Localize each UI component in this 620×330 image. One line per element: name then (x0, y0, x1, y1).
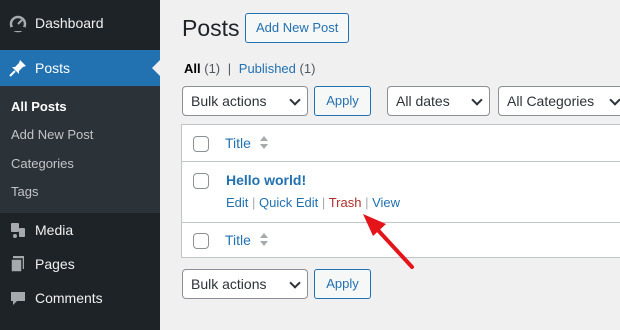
filter-published[interactable]: Published (239, 61, 296, 76)
add-new-post-button[interactable]: Add New Post (245, 13, 350, 43)
categories-filter-select[interactable]: All Categories (498, 86, 620, 116)
main-content: Posts Add New Post All (1) | Published (… (160, 0, 620, 330)
column-header-title[interactable]: Title (225, 135, 251, 151)
sort-icon[interactable] (259, 136, 269, 150)
edit-link[interactable]: Edit (226, 195, 248, 210)
post-row-checkbox[interactable] (193, 173, 209, 189)
bulk-actions-value: Bulk actions (191, 93, 267, 109)
posts-submenu: All Posts Add New Post Categories Tags (0, 86, 160, 213)
select-all-checkbox-top[interactable] (193, 136, 209, 152)
quick-edit-link[interactable]: Quick Edit (259, 195, 318, 210)
row-actions: Edit | Quick Edit | Trash | View (226, 195, 400, 210)
row-action-separator: | (252, 195, 256, 210)
view-link[interactable]: View (372, 195, 400, 210)
menu-pages-label: Pages (35, 256, 75, 272)
submenu-categories[interactable]: Categories (11, 156, 74, 171)
bulk-actions-select-bottom[interactable]: Bulk actions (182, 269, 308, 299)
filter-separator: | (227, 61, 232, 76)
menu-comments[interactable]: Comments (0, 280, 160, 316)
chevron-down-icon (289, 277, 301, 289)
media-icon (0, 212, 35, 248)
menu-dashboard-label: Dashboard (35, 15, 104, 31)
posts-table: Title Hello world! Edit | Quick Edit | T… (181, 124, 620, 258)
bulk-actions-select-top[interactable]: Bulk actions (182, 86, 308, 116)
menu-media[interactable]: Media (0, 212, 160, 248)
dashboard-icon (0, 5, 35, 41)
trash-link[interactable]: Trash (329, 195, 362, 210)
bulk-actions-value: Bulk actions (191, 276, 267, 292)
select-all-checkbox-bottom[interactable] (193, 233, 209, 249)
pin-icon (0, 50, 35, 86)
menu-comments-label: Comments (35, 290, 103, 306)
chevron-down-icon (471, 94, 483, 106)
menu-posts-label: Posts (35, 60, 71, 76)
page-title: Posts (182, 15, 240, 41)
menu-pages[interactable]: Pages (0, 246, 160, 282)
menu-dashboard[interactable]: Dashboard (0, 5, 160, 41)
admin-sidebar: Dashboard Posts All Posts Add New Post C… (0, 0, 160, 330)
submenu-add-new-post[interactable]: Add New Post (11, 127, 93, 142)
submenu-all-posts[interactable]: All Posts (11, 99, 67, 114)
menu-posts[interactable]: Posts (0, 50, 160, 86)
pages-icon (0, 246, 35, 282)
row-action-separator: | (321, 195, 326, 210)
menu-media-label: Media (35, 222, 74, 238)
apply-button-top[interactable]: Apply (314, 86, 371, 116)
sort-icon[interactable] (259, 233, 269, 247)
column-footer-title[interactable]: Title (225, 232, 251, 248)
filter-all[interactable]: All (184, 61, 201, 76)
row-action-separator: | (365, 195, 369, 210)
chevron-down-icon (289, 94, 301, 106)
filter-all-count: (1) (204, 61, 221, 76)
row-divider (182, 161, 620, 162)
row-divider (182, 222, 620, 223)
chevron-down-icon (609, 94, 620, 106)
post-title-link[interactable]: Hello world! (226, 172, 306, 188)
filter-published-count: (1) (299, 61, 316, 76)
apply-button-bottom[interactable]: Apply (314, 269, 371, 299)
categories-filter-value: All Categories (507, 93, 595, 109)
dates-filter-select[interactable]: All dates (387, 86, 490, 116)
comments-icon (0, 280, 35, 316)
submenu-tags[interactable]: Tags (11, 184, 38, 199)
dates-filter-value: All dates (396, 93, 450, 109)
status-filters: All (1) | Published (1) (184, 61, 315, 76)
